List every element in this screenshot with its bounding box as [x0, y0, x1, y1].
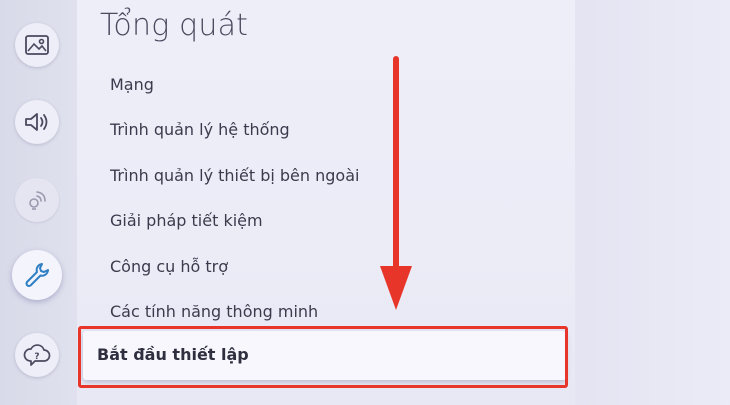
menu-item-network[interactable]: Mạng	[110, 75, 154, 94]
sidebar: ?	[0, 0, 77, 405]
sidebar-item-picture[interactable]	[15, 23, 59, 67]
sidebar-item-broadcast[interactable]	[15, 178, 59, 222]
sidebar-item-general[interactable]	[12, 250, 62, 300]
wrench-icon	[25, 263, 49, 287]
menu-item-accessibility[interactable]: Công cụ hỗ trợ	[110, 257, 228, 276]
highlight-box	[78, 326, 568, 388]
sound-icon	[25, 113, 48, 131]
broadcast-icon	[29, 191, 46, 210]
sidebar-item-support[interactable]: ?	[15, 333, 59, 377]
menu-item-external-device-manager[interactable]: Trình quản lý thiết bị bên ngoài	[110, 166, 359, 185]
menu-item-smart-features[interactable]: Các tính năng thông minh	[110, 302, 318, 321]
sidebar-item-sound[interactable]	[15, 100, 59, 144]
picture-icon	[25, 35, 49, 55]
arrow-down-icon	[380, 56, 412, 310]
menu-item-eco-solution[interactable]: Giải pháp tiết kiệm	[110, 211, 263, 230]
background-area	[575, 0, 730, 405]
support-icon: ?	[23, 344, 51, 366]
menu-item-system-manager[interactable]: Trình quản lý hệ thống	[110, 120, 290, 139]
page-title: Tổng quát	[100, 8, 249, 43]
svg-text:?: ?	[34, 352, 39, 362]
